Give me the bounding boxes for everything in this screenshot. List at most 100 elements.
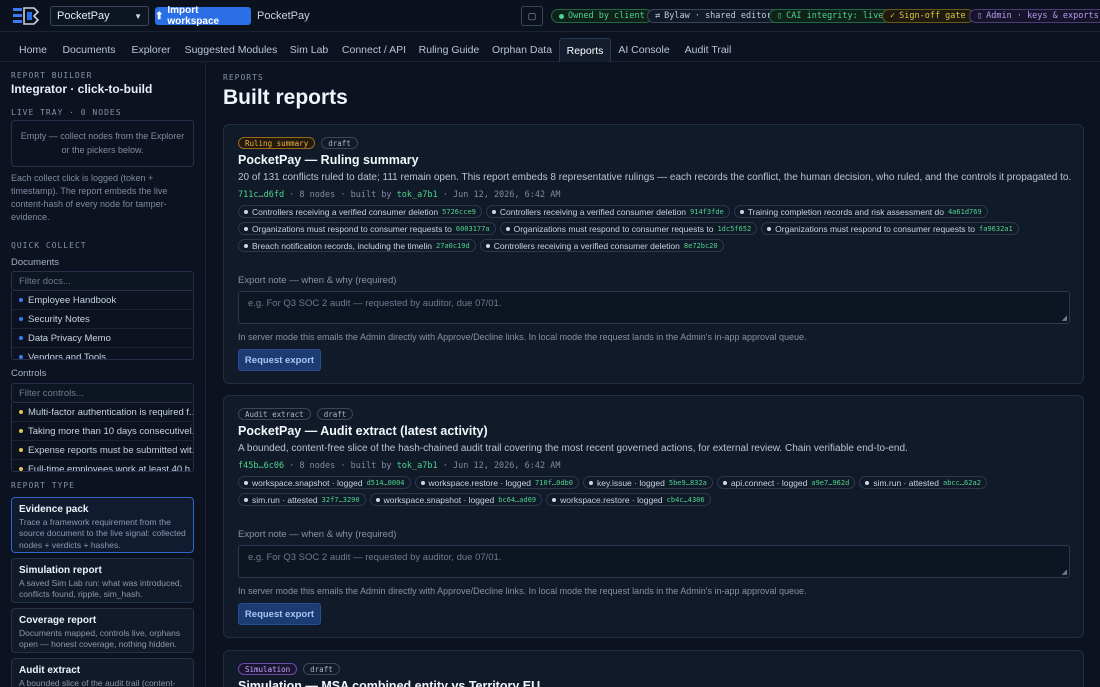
node-chip-hash: d514…0004 [366, 478, 405, 487]
node-chip-hash: 27a0c19d [436, 241, 470, 250]
node-chip[interactable]: Organizations must respond to consumer r… [761, 222, 1019, 235]
node-chip-label: workspace.restore · logged [428, 477, 532, 488]
tab-explorer[interactable]: Explorer [125, 38, 177, 62]
report-type-title: Audit extract [19, 665, 81, 676]
filter-controls-input[interactable]: Filter controls... [11, 383, 194, 403]
node-chip[interactable]: Controllers receiving a verified consume… [479, 239, 724, 252]
node-chip[interactable]: Organizations must respond to consumer r… [499, 222, 758, 235]
report-type-coverage[interactable]: Coverage report Documents mapped, contro… [11, 608, 194, 653]
control-label: Multi-factor authentication is required … [28, 406, 193, 418]
node-chip[interactable]: workspace.restore · logged cb4c…4306 [546, 493, 711, 506]
signoff-pill[interactable]: ✓ Sign-off gate [882, 9, 974, 23]
resize-grip-icon[interactable]: ◢ [1062, 314, 1067, 322]
workspace-select[interactable]: PocketPay ▼ [50, 6, 149, 26]
node-chip[interactable]: key.issue · logged 5be9…832a [582, 476, 713, 489]
tab-orphan-data[interactable]: Orphan Data [488, 38, 556, 62]
list-item-control[interactable]: Multi-factor authentication is required … [12, 403, 193, 422]
bullet-icon [19, 317, 23, 321]
export-note-input[interactable]: e.g. For Q3 SOC 2 audit — requested by a… [238, 291, 1070, 324]
node-chip-hash: 8e72bc20 [683, 241, 718, 250]
panel-toggle-button[interactable]: ▢ [521, 6, 543, 26]
bylaw-pill[interactable]: ⇄ Bylaw · shared editor [647, 9, 780, 23]
node-chip[interactable]: Controllers receiving a verified consume… [485, 205, 730, 218]
control-label: Full-time employees work at least 40 h..… [28, 463, 193, 472]
report-type-desc: Trace a framework requirement from the s… [19, 517, 186, 550]
live-tray[interactable]: Empty — collect nodes from the Explorer … [11, 120, 194, 167]
app-logo-icon [13, 7, 40, 25]
report-type-simulation[interactable]: Simulation report A saved Sim Lab run: w… [11, 558, 194, 603]
node-chip-label: api.connect · logged [730, 477, 808, 488]
node-chip[interactable]: sim.run · attested 32f7…3290 [238, 493, 366, 506]
tab-documents[interactable]: Documents [58, 38, 120, 62]
node-chip[interactable]: workspace.restore · logged 710f…0db0 [414, 476, 579, 489]
chevron-down-icon: ▼ [134, 11, 142, 21]
key-icon: ▯ [977, 11, 983, 21]
node-chip-label: Controllers receiving a verified consume… [499, 206, 687, 217]
node-chip-label: key.issue · logged [596, 477, 665, 488]
report-node-count: 8 nodes [299, 461, 336, 471]
report-title: PocketPay — Ruling summary [238, 153, 419, 167]
node-chip-hash: 32f7…3290 [321, 495, 360, 504]
owned-pill[interactable]: Owned by client [551, 9, 653, 23]
bullet-icon [19, 298, 23, 302]
integrity-pill[interactable]: ▯ CAI integrity: live [769, 9, 892, 23]
import-workspace-button[interactable]: ⬆ Import workspace [155, 5, 251, 27]
node-chip[interactable]: Breach notification records, including t… [238, 239, 476, 252]
filter-docs-input[interactable]: Filter docs... [11, 271, 194, 291]
list-item-control[interactable]: Expense reports must be submitted wit... [12, 441, 193, 460]
node-dot-icon [588, 480, 593, 485]
report-type-desc: Documents mapped, controls live, orphans… [19, 628, 181, 650]
bullet-icon [19, 467, 23, 471]
tab-connect-api[interactable]: Connect / API [338, 38, 410, 62]
tab-suggested-modules[interactable]: Suggested Modules [182, 38, 280, 62]
tab-ai-console[interactable]: AI Console [615, 38, 673, 62]
live-tray-label: LIVE TRAY · 0 NODES [11, 108, 122, 117]
tab-sim-lab[interactable]: Sim Lab [285, 38, 333, 62]
node-dot-icon [420, 480, 425, 485]
node-chip[interactable]: workspace.snapshot · logged bc64…ad69 [369, 493, 543, 506]
list-item-document[interactable]: Security Notes [12, 310, 193, 329]
report-card: Simulation draft Simulation — MSA combin… [223, 650, 1084, 687]
node-chip[interactable]: Organizations must respond to consumer r… [238, 222, 496, 235]
list-item-document[interactable]: Employee Handbook [12, 291, 193, 310]
top-bar: PocketPay ▼ ⬆ Import workspace PocketPay… [0, 0, 1100, 32]
node-chip-label: sim.run · attested [873, 477, 939, 488]
export-note-placeholder: e.g. For Q3 SOC 2 audit — requested by a… [248, 552, 502, 563]
report-built-by-label: built by [350, 461, 392, 471]
node-dot-icon [739, 209, 744, 214]
node-chip-hash: 710f…0db0 [535, 478, 573, 487]
report-type-audit-extract[interactable]: Audit extract A bounded slice of the aud… [11, 658, 194, 687]
shield-icon: ▯ [777, 11, 783, 21]
node-chip-hash: a9e7…962d [811, 478, 850, 487]
admin-pill[interactable]: ▯ Admin · keys & exports [969, 9, 1100, 23]
list-item-control[interactable]: Full-time employees work at least 40 h..… [12, 460, 193, 472]
export-note-input[interactable]: e.g. For Q3 SOC 2 audit — requested by a… [238, 545, 1070, 578]
status-badge: draft [316, 408, 354, 420]
node-chip[interactable]: sim.run · attested abcc…62a2 [859, 476, 987, 489]
tab-audit-trail[interactable]: Audit Trail [679, 38, 737, 62]
report-meta: 711c…d6fd · 8 nodes · built by tok_a7b1 … [238, 190, 561, 200]
list-item-control[interactable]: Taking more than 10 days consecutivel... [12, 422, 193, 441]
tab-ruling-guide[interactable]: Ruling Guide [415, 38, 483, 62]
tab-reports[interactable]: Reports [559, 38, 611, 62]
request-export-button[interactable]: Request export [238, 603, 321, 625]
report-type-title: Coverage report [19, 615, 97, 626]
node-chip[interactable]: Training completion records and risk ass… [733, 205, 988, 218]
admin-pill-label: Admin · keys & exports [986, 11, 1099, 21]
node-chip[interactable]: api.connect · logged a9e7…962d [716, 476, 856, 489]
square-icon: ▢ [527, 10, 537, 21]
node-chip[interactable]: Controllers receiving a verified consume… [238, 205, 482, 218]
list-item-document[interactable]: Data Privacy Memo [12, 329, 193, 348]
bullet-icon [19, 355, 23, 359]
node-dot-icon [552, 497, 557, 502]
integrity-pill-label: CAI integrity: live [786, 11, 884, 21]
tab-home[interactable]: Home [12, 38, 54, 62]
list-item-document[interactable]: Vendors and Tools [12, 348, 193, 359]
bylaw-pill-label: Bylaw · shared editor [664, 11, 772, 21]
bullet-icon [19, 448, 23, 452]
node-chip[interactable]: workspace.snapshot · logged d514…0004 [238, 476, 411, 489]
report-type-evidence-pack[interactable]: Evidence pack Trace a framework requirem… [11, 497, 194, 553]
signoff-pill-label: Sign-off gate [899, 11, 966, 21]
request-export-button[interactable]: Request export [238, 349, 321, 371]
resize-grip-icon[interactable]: ◢ [1062, 568, 1067, 576]
